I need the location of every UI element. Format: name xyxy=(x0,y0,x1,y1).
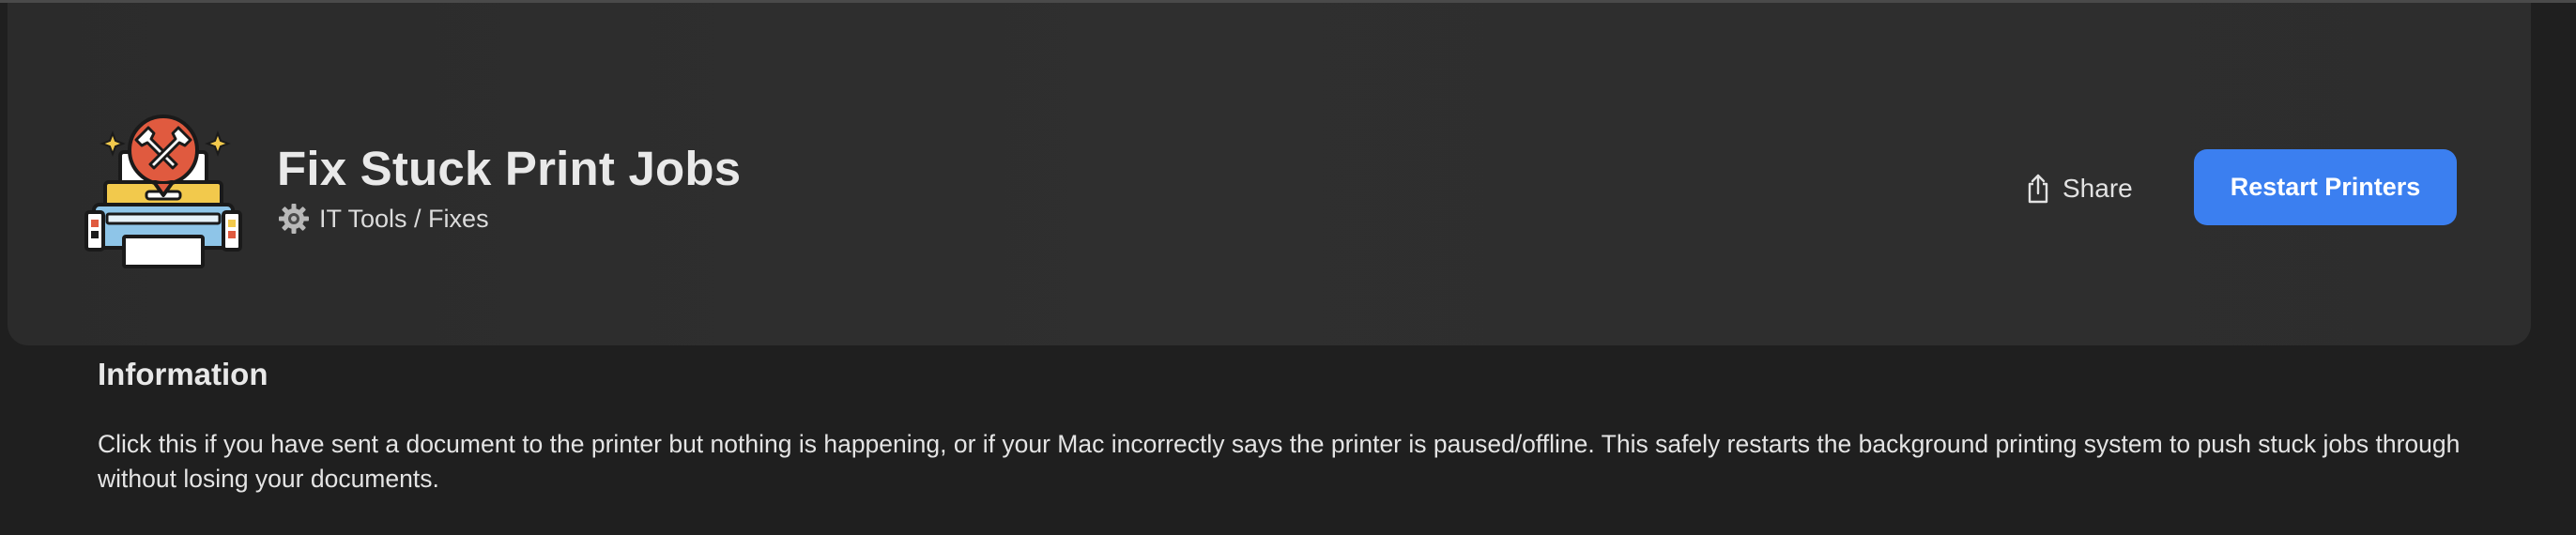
information-heading: Information xyxy=(98,357,268,391)
page-title: Fix Stuck Print Jobs xyxy=(277,142,742,195)
category-breadcrumb: IT Tools / Fixes xyxy=(278,200,489,237)
share-icon xyxy=(2028,174,2048,204)
share-label: Share xyxy=(2062,174,2133,203)
gear-icon xyxy=(279,204,309,234)
restart-printers-label: Restart Printers xyxy=(2230,173,2421,201)
category-label: IT Tools / Fixes xyxy=(319,204,489,233)
share-button[interactable]: Share xyxy=(2025,167,2133,210)
information-description: Click this if you have sent a document t… xyxy=(98,430,2461,493)
printer-repair-icon xyxy=(79,105,248,274)
restart-printers-button[interactable]: Restart Printers xyxy=(2194,149,2457,225)
